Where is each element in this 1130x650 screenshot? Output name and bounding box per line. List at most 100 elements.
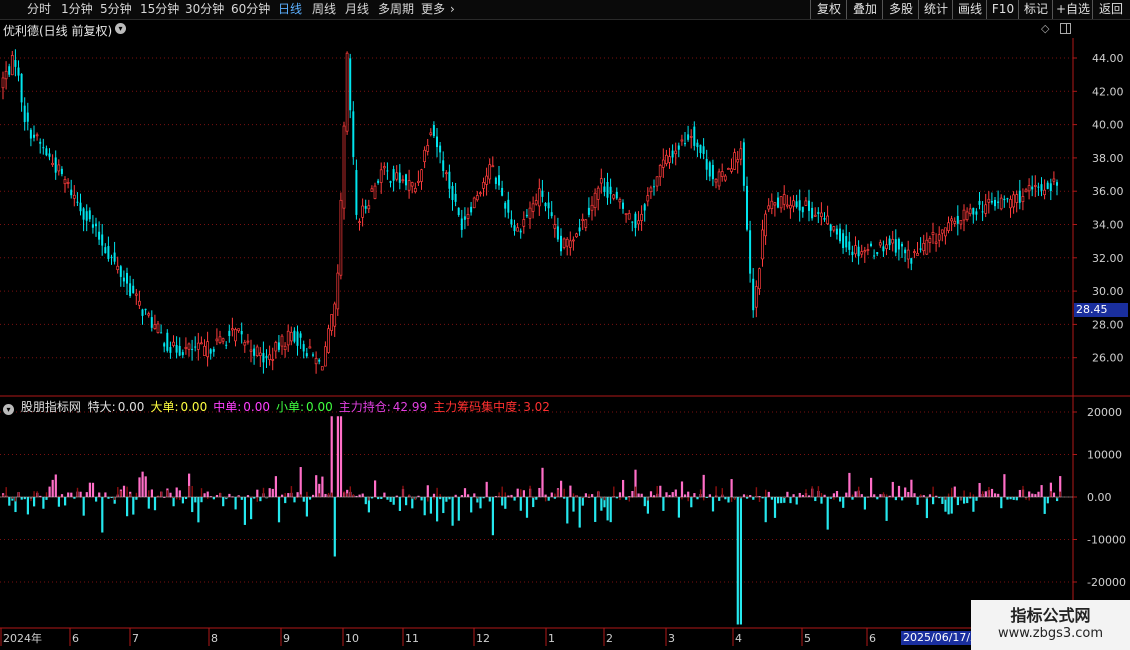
candle-body (624, 213, 628, 215)
candle-body (994, 199, 996, 207)
candle-body (702, 146, 705, 154)
main-force-bar (715, 486, 717, 497)
candle-body (166, 332, 169, 351)
candle-body (485, 175, 488, 185)
chart-canvas: 44.0042.0040.0038.0036.0034.0032.0030.00… (0, 38, 1130, 646)
candle-body (937, 234, 941, 241)
x-axis-label: 10 (345, 632, 359, 645)
candle-body (857, 246, 860, 257)
outflow-bar (135, 497, 138, 500)
candle-body (413, 187, 417, 193)
candle-body (661, 159, 665, 168)
indicator-field-label: 主力持仓: (338, 400, 391, 414)
candle-body (398, 172, 401, 183)
candle-body (714, 178, 718, 183)
candle-body (894, 239, 897, 253)
main-force-bar (300, 494, 302, 497)
candle-body (14, 60, 17, 67)
inflow-bar (473, 493, 476, 497)
candle-body (1, 77, 5, 89)
outflow-bar (82, 497, 85, 516)
main-force-bar (758, 497, 761, 502)
candle-body (156, 323, 160, 333)
candle-body (863, 250, 867, 253)
price-tick-label: 36.00 (1092, 185, 1124, 198)
inflow-bar (296, 492, 299, 497)
main-force-bar (1022, 485, 1024, 497)
main-force-bar (262, 487, 265, 497)
candle-body (680, 139, 684, 142)
outflow-bar (95, 497, 98, 502)
candle-body (333, 303, 337, 327)
inflow-bar (541, 467, 544, 497)
candle-body (953, 220, 957, 224)
candle-body (1052, 178, 1056, 182)
candle-body (550, 212, 553, 217)
inflow-bar (169, 492, 172, 497)
candle-body (572, 239, 575, 242)
outflow-bar (739, 497, 742, 625)
inflow-bar (315, 475, 318, 497)
candle-body (798, 200, 801, 211)
outflow-bar (581, 497, 584, 506)
outflow-bar (234, 497, 237, 510)
candle-body (854, 245, 857, 255)
candle-body (643, 204, 646, 211)
main-force-bar (368, 497, 370, 501)
outflow-bar (839, 497, 842, 502)
candle-body (733, 152, 736, 170)
watermark-logo: 指标公式网 www.zbgs3.com (971, 600, 1130, 650)
candle-body (104, 247, 107, 254)
candle-body (925, 239, 929, 255)
candle-body (556, 226, 559, 240)
candle-body (29, 129, 32, 139)
candle-body (922, 243, 926, 252)
main-force-bar (129, 493, 131, 497)
candle-body (999, 197, 1003, 210)
candle-body (637, 220, 640, 225)
main-force-bar (439, 494, 441, 497)
outflow-bar (718, 497, 721, 501)
main-force-bar (681, 497, 683, 500)
candle-body (785, 204, 789, 207)
outflow-bar (764, 497, 767, 523)
candle-body (451, 186, 454, 200)
outflow-bar (45, 497, 48, 500)
main-force-bar (327, 492, 330, 497)
candle-body (181, 352, 184, 356)
candle-body (723, 175, 727, 181)
outflow-bar (23, 497, 26, 500)
inflow-bar (708, 494, 711, 497)
volume-tick-label: -20000 (1087, 576, 1126, 589)
outflow-bar (194, 497, 197, 503)
candle-body (565, 238, 569, 247)
candle-body (76, 201, 79, 203)
inflow-bar (1037, 491, 1040, 497)
candle-body (63, 179, 67, 185)
indicator-field-label: 中单: (213, 400, 242, 414)
candle-body (196, 342, 200, 350)
outflow-bar (181, 497, 184, 504)
candle-body (268, 354, 271, 360)
candle-body (866, 249, 870, 251)
inflow-bar (321, 476, 324, 497)
candle-body (746, 185, 748, 230)
candle-body (826, 215, 829, 225)
inflow-bar (873, 494, 876, 497)
chevron-down-icon[interactable]: ▾ (3, 404, 14, 415)
candle-body (283, 345, 287, 351)
outflow-bar (277, 497, 281, 523)
candle-body (711, 164, 714, 180)
outflow-bar (423, 497, 426, 516)
outflow-bar (770, 497, 773, 500)
candle-body (150, 317, 153, 328)
outflow-bar (1006, 497, 1009, 500)
candle-body (339, 199, 343, 276)
outflow-bar (901, 497, 904, 501)
inflow-bar (584, 493, 587, 497)
candle-body (327, 328, 330, 353)
inflow-bar (48, 486, 51, 497)
candle-body (801, 206, 804, 213)
inflow-bar (659, 485, 662, 497)
candle-body (789, 204, 792, 209)
